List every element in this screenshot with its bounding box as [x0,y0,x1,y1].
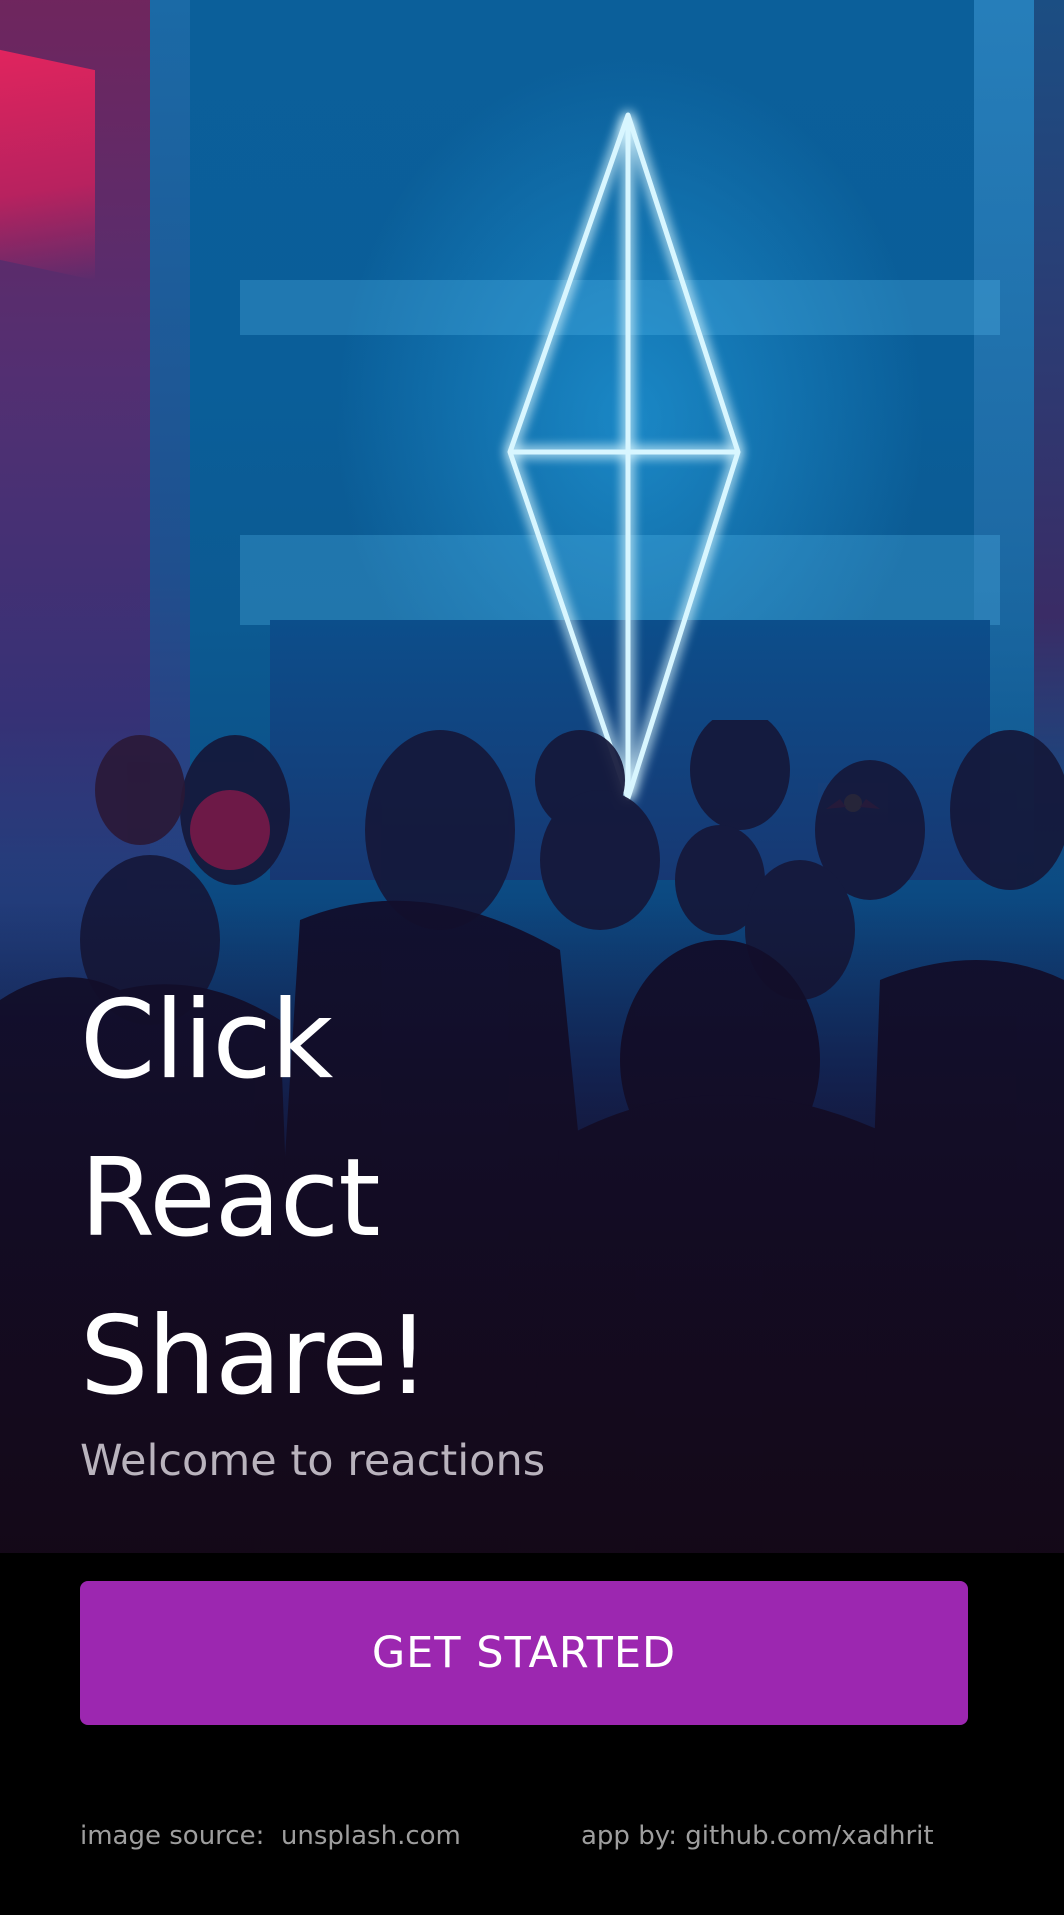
github-link[interactable]: github.com/xadhrit [685,1821,933,1851]
image-source-label: image source: [80,1821,265,1851]
app-author-credit: app by: github.com/xadhrit [581,1816,934,1856]
neon-diamond-icon [507,112,741,801]
welcome-subtitle: Welcome to reactions [80,1436,546,1486]
headline-line-react: React [80,1136,381,1261]
get-started-button[interactable]: GET STARTED [80,1581,968,1725]
welcome-screen: Click React Share! Welcome to reactions … [0,0,1064,1915]
hero-pink-light [0,49,95,281]
app-by-label: app by: [581,1821,677,1851]
headline-line-click: Click [80,978,333,1103]
unsplash-link[interactable]: unsplash.com [281,1821,461,1851]
image-source-credit: image source: unsplash.com [80,1816,461,1856]
headline-line-share: Share! [80,1294,430,1419]
footer-credits: image source: unsplash.com app by: githu… [80,1816,980,1856]
headline: Click React Share! [80,962,430,1436]
get-started-label: GET STARTED [371,1628,677,1678]
